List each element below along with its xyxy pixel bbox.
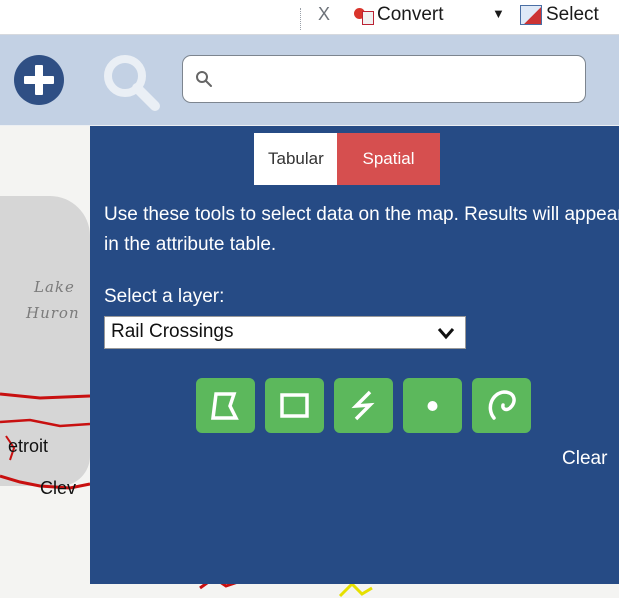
city-label-cleveland: Clev: [40, 478, 77, 498]
select-label: Select: [546, 4, 599, 25]
add-button[interactable]: [14, 55, 64, 105]
rectangle-tool[interactable]: [265, 378, 324, 433]
city-label-detroit: etroit: [8, 436, 49, 456]
instructions-text: Use these tools to select data on the ma…: [104, 204, 619, 255]
search-input[interactable]: [223, 64, 577, 96]
app-header: [0, 35, 619, 125]
layer-select-value: Rail Crossings: [111, 321, 234, 342]
tab-tabular[interactable]: Tabular: [254, 133, 337, 185]
search-field-icon: [196, 71, 212, 87]
tab-group: Tabular Spatial: [254, 133, 440, 185]
convert-pdf-icon: [354, 6, 374, 25]
line-icon: [351, 390, 375, 421]
close-icon[interactable]: X: [318, 2, 330, 26]
polygon-icon: [211, 392, 239, 420]
select-pdf-icon: [520, 5, 542, 25]
dropdown-caret-icon[interactable]: ▼: [492, 4, 505, 24]
polygon-tool[interactable]: [196, 378, 255, 433]
layer-select[interactable]: Rail Crossings: [104, 316, 466, 349]
browser-toolbar: X Convert ▼ Select: [0, 0, 619, 35]
select-button[interactable]: Select: [520, 2, 599, 28]
rectangle-icon: [280, 393, 309, 418]
freehand-icon: [488, 390, 516, 420]
layer-label: Select a layer:: [104, 286, 225, 307]
draw-tools: [196, 378, 531, 433]
freehand-tool[interactable]: [472, 378, 531, 433]
line-tool[interactable]: [334, 378, 393, 433]
toolbar-separator: [300, 8, 301, 30]
search-box[interactable]: [182, 55, 586, 103]
clear-link[interactable]: Clear: [562, 448, 607, 470]
search-icon[interactable]: [100, 51, 162, 113]
chevron-down-icon: [437, 328, 455, 340]
point-icon: [427, 401, 438, 411]
convert-label: Convert: [377, 4, 444, 25]
convert-button[interactable]: Convert: [354, 2, 444, 28]
spatial-select-panel: Tabular Spatial Use these tools to selec…: [90, 126, 619, 584]
tab-spatial[interactable]: Spatial: [337, 133, 440, 185]
point-tool[interactable]: [403, 378, 462, 433]
